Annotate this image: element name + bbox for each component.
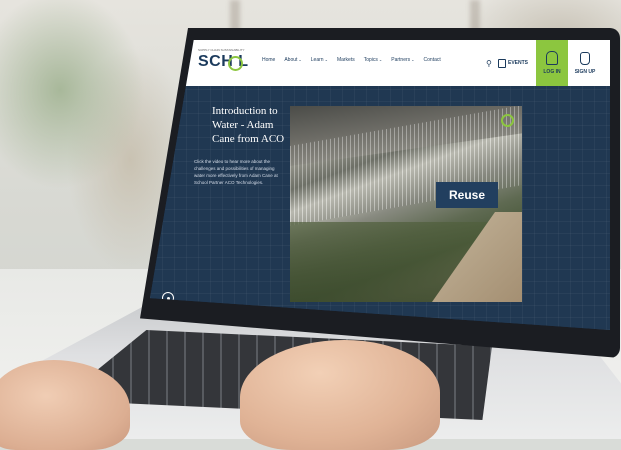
background-window-frame <box>470 0 480 260</box>
right-hand <box>240 340 440 450</box>
background-window-frame <box>230 0 240 260</box>
